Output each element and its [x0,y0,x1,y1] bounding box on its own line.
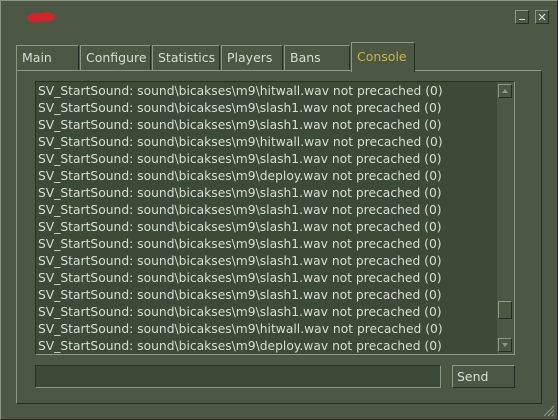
close-icon [538,13,546,21]
console-line: SV_StartSound: sound\bicakses\m9\slash1.… [38,152,442,166]
console-line: SV_StartSound: sound\bicakses\m9\slash1.… [38,288,442,302]
tab-main[interactable]: Main [16,45,79,71]
console-line: SV_StartSound: sound\bicakses\m9\slash1.… [38,203,442,217]
send-button[interactable]: Send [452,365,515,388]
tab-console[interactable]: Console [351,42,415,72]
arrow-down-icon [502,343,508,347]
console-line: SV_StartSound: sound\bicakses\m9\deploy.… [38,169,442,183]
server-console-window: Main Configure Statistics Players Bans C… [0,0,558,420]
resize-grip-icon[interactable] [541,403,555,417]
console-line: SV_StartSound: sound\bicakses\m9\slash1.… [38,271,442,285]
close-button[interactable] [535,10,549,24]
console-line: SV_StartSound: sound\bicakses\m9\slash1.… [38,305,442,319]
scroll-down-button[interactable] [498,338,512,352]
minimize-button[interactable] [515,10,529,24]
console-line: SV_StartSound: sound\bicakses\m9\hitwall… [38,322,443,336]
console-line: SV_StartSound: sound\bicakses\m9\hitwall… [38,135,443,149]
tab-bans[interactable]: Bans [284,45,350,71]
console-line: SV_StartSound: sound\bicakses\m9\slash1.… [38,118,442,132]
scroll-up-button[interactable] [498,84,512,98]
console-line: SV_StartSound: sound\bicakses\m9\slash1.… [38,186,442,200]
tab-configure[interactable]: Configure [80,45,151,71]
arrow-up-icon [502,89,508,93]
console-output[interactable]: SV_StartSound: sound\bicakses\m9\hitwall… [35,81,515,355]
red-logo-icon [27,12,56,23]
console-lines: SV_StartSound: sound\bicakses\m9\hitwall… [38,83,496,354]
console-line: SV_StartSound: sound\bicakses\m9\slash1.… [38,237,442,251]
scroll-thumb[interactable] [498,301,512,320]
minimize-icon [519,19,525,20]
tab-players[interactable]: Players [221,45,283,71]
console-line: SV_StartSound: sound\bicakses\m9\hitwall… [38,84,443,98]
tab-statistics[interactable]: Statistics [152,45,220,71]
console-scrollbar[interactable] [497,82,514,354]
console-line: SV_StartSound: sound\bicakses\m9\slash1.… [38,220,442,234]
console-line: SV_StartSound: sound\bicakses\m9\deploy.… [38,339,442,353]
command-input[interactable] [35,365,441,388]
console-line: SV_StartSound: sound\bicakses\m9\slash1.… [38,254,442,268]
console-line: SV_StartSound: sound\bicakses\m9\slash1.… [38,101,442,115]
